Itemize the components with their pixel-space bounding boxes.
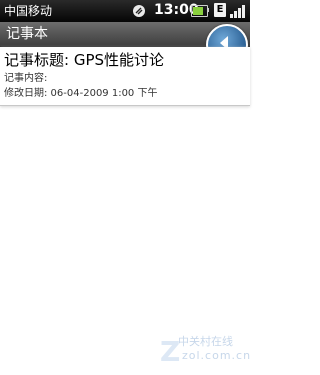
note-title: 记事标题: GPS性能讨论: [4, 51, 165, 69]
watermark-logo: Z 中关村在线 zol.com.cn: [160, 333, 252, 373]
app-title: 记事本: [6, 26, 48, 42]
carrier-name: 中国移动: [4, 4, 53, 18]
note-item[interactable]: 记事标题: GPS性能讨论 记事内容: 修改日期: 06-04-2009 1:0…: [0, 47, 250, 106]
signal-bars-icon: [230, 5, 245, 18]
battery-nub: [207, 8, 209, 12]
battery-level: [193, 7, 204, 15]
battery-icon: [191, 5, 208, 17]
watermark-en-text: zol.com.cn: [182, 349, 252, 362]
status-bar: 中国移动 13:00 E: [0, 0, 250, 22]
network-type-badge: E: [214, 3, 226, 17]
note-content-label: 记事内容:: [4, 73, 48, 84]
watermark-cn-text: 中关村在线: [178, 335, 233, 348]
satellite-icon: [133, 5, 145, 17]
note-modified-date: 修改日期: 06-04-2009 1:00 下午: [4, 88, 158, 99]
